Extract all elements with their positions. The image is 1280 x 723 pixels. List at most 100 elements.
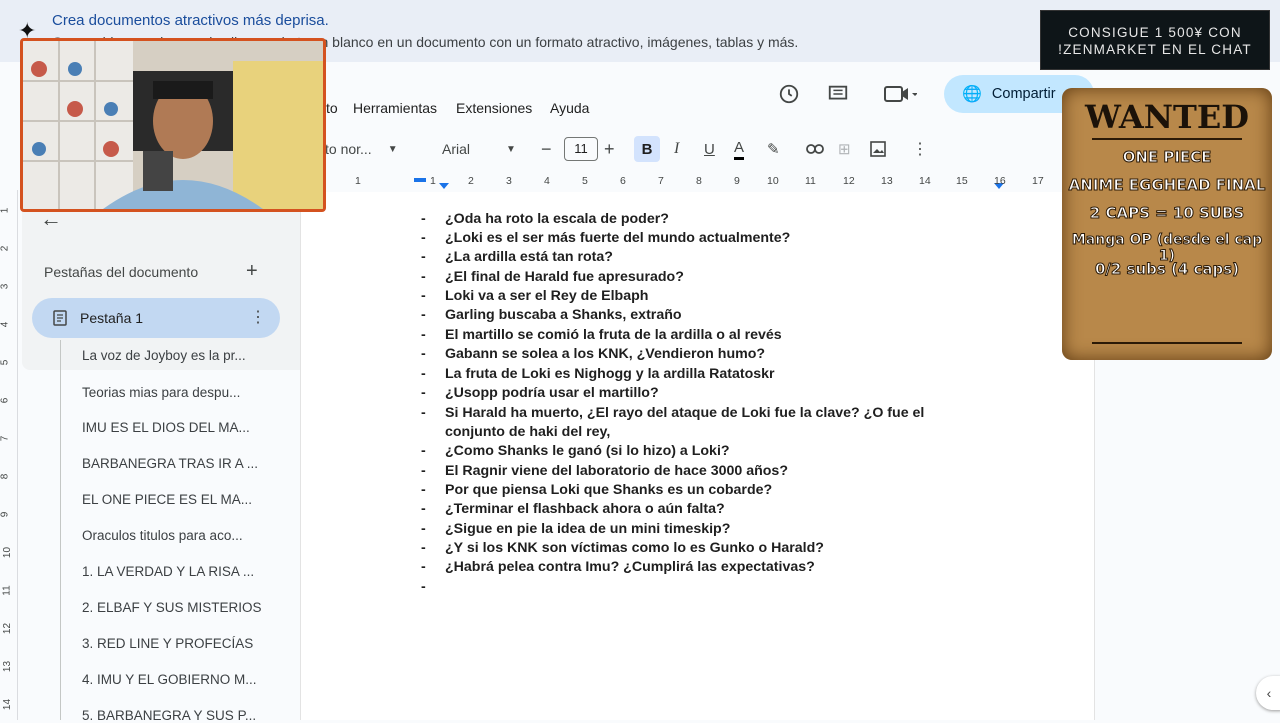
link-icon[interactable]	[806, 138, 824, 160]
menu-extensions[interactable]: Extensiones	[456, 100, 532, 116]
tab-more-icon[interactable]: ⋮	[250, 307, 266, 327]
outline-item[interactable]: Oraculos titulos para aco...	[82, 528, 243, 543]
highlight-icon[interactable]: ✎	[767, 138, 780, 160]
indent-arrow-icon[interactable]	[439, 183, 449, 189]
bullet-dash: -	[421, 249, 426, 265]
ruler-tick: 17	[1032, 175, 1044, 187]
outline-item[interactable]: 3. RED LINE Y PROFECÍAS	[82, 636, 253, 651]
outline-item[interactable]: La voz de Joyboy es la pr...	[82, 348, 246, 363]
bullet-dash: -	[421, 327, 426, 343]
more-options-icon[interactable]: ⋮	[912, 138, 928, 160]
increase-size-button[interactable]: +	[604, 138, 615, 160]
document-icon	[53, 310, 67, 326]
font-size-input[interactable]: 11	[564, 137, 598, 161]
vruler-tick: 14	[2, 698, 14, 711]
bullet-dash: -	[421, 463, 426, 479]
banner-title: Crea documentos atractivos más deprisa.	[52, 12, 329, 29]
ruler-tick: 4	[544, 175, 550, 187]
promo-line-1: CONSIGUE 1 500¥ CON	[1068, 25, 1242, 40]
outline-item[interactable]: 5. BARBANEGRA Y SUS P...	[82, 708, 256, 723]
ruler-tick: 8	[696, 175, 702, 187]
ruler-tick: 10	[767, 175, 779, 187]
tabs-heading: Pestañas del documento	[44, 264, 199, 280]
promo-overlay: CONSIGUE 1 500¥ CON !ZENMARKET EN EL CHA…	[1040, 10, 1270, 70]
ruler-tick: 16	[994, 175, 1006, 187]
outline-item[interactable]: EL ONE PIECE ES EL MA...	[82, 492, 252, 507]
ruler-tick: 1	[355, 175, 361, 187]
text-color-button[interactable]: A	[734, 138, 745, 160]
menu-help[interactable]: Ayuda	[550, 100, 589, 116]
decrease-size-button[interactable]: −	[541, 138, 552, 160]
outline-item[interactable]: IMU ES EL DIOS DEL MA...	[82, 420, 250, 435]
bullet-dash: -	[421, 521, 426, 537]
vruler-tick: 8	[0, 473, 11, 480]
bullet-dash: -	[421, 385, 426, 401]
meet-icon[interactable]	[878, 80, 922, 108]
ruler-tick: 9	[734, 175, 740, 187]
bullet-dash: -	[421, 501, 426, 517]
italic-button[interactable]: I	[674, 138, 679, 160]
line-text: Loki va a ser el Rey de Elbaph	[445, 288, 649, 304]
vruler-tick: 10	[2, 546, 14, 559]
comments-icon[interactable]	[824, 80, 852, 108]
ruler-tick: 1	[430, 175, 436, 187]
bullet-dash: -	[421, 211, 426, 227]
insert-image-icon[interactable]	[870, 138, 886, 160]
outline-item[interactable]: Teorias mias para despu...	[82, 385, 240, 400]
font-value: Arial	[442, 141, 471, 157]
vruler-tick: 5	[0, 359, 11, 366]
wanted-line: ONE PIECE	[1122, 148, 1212, 167]
outline-item[interactable]: 1. LA VERDAD Y LA RISA ...	[82, 564, 254, 579]
chevron-down-icon: ▼	[387, 143, 398, 155]
tab-pestana-1[interactable]: Pestaña 1	[32, 298, 280, 338]
menu-tools[interactable]: Herramientas	[353, 100, 437, 116]
ruler-tick: 2	[468, 175, 474, 187]
ruler-tick: 11	[805, 175, 816, 187]
bullet-dash: -	[421, 540, 426, 556]
ruler-tick: 14	[919, 175, 931, 187]
style-value: xto nor...	[318, 141, 372, 157]
font-select[interactable]: Arial ▼	[442, 138, 522, 160]
line-text: conjunto de haki del rey,	[445, 424, 611, 440]
chevron-left-icon[interactable]: ‹	[1256, 676, 1280, 710]
line-text: ¿Oda ha roto la escala de poder?	[445, 211, 669, 227]
line-text: ¿Terminar el flashback ahora o aún falta…	[445, 501, 725, 517]
vruler-tick: 13	[2, 660, 14, 673]
ruler-tick: 7	[658, 175, 664, 187]
line-text: ¿Sigue en pie la idea de un mini timeski…	[445, 521, 731, 537]
wanted-line: ANIME EGGHEAD FINAL	[1068, 176, 1266, 195]
vruler-tick: 4	[0, 321, 11, 328]
bold-button[interactable]: B	[634, 136, 660, 162]
outline-item[interactable]: BARBANEGRA TRAS IR A ...	[82, 456, 258, 471]
chevron-down-icon: ▼	[506, 143, 516, 155]
line-text: Por que piensa Loki que Shanks es un cob…	[445, 482, 773, 498]
bullet-dash: -	[421, 288, 426, 304]
indent-marker[interactable]	[414, 178, 426, 182]
ruler-tick: 15	[956, 175, 968, 187]
history-icon[interactable]	[775, 80, 803, 108]
bullet-dash: -	[421, 346, 426, 362]
bullet-dash: -	[421, 366, 426, 382]
outline-guide	[60, 340, 61, 720]
divider	[1092, 138, 1242, 140]
add-tab-button[interactable]: +	[246, 260, 258, 283]
underline-button[interactable]: U	[704, 138, 715, 160]
vruler-tick: 1	[0, 207, 11, 214]
divider	[1092, 342, 1242, 344]
line-text: ¿Usopp podría usar el martillo?	[445, 385, 659, 401]
outline-item[interactable]: 4. IMU Y EL GOBIERNO M...	[82, 672, 257, 687]
bullet-dash: -	[421, 405, 426, 421]
bullet-dash: -	[421, 269, 426, 285]
vruler-tick: 7	[0, 435, 11, 442]
menu-format[interactable]: to	[326, 100, 338, 116]
outline-item[interactable]: 2. ELBAF Y SUS MISTERIOS	[82, 600, 262, 615]
wanted-line: 2 CAPS = 10 SUBS	[1089, 204, 1245, 223]
vruler-tick: 2	[0, 245, 11, 252]
tab-label: Pestaña 1	[80, 310, 144, 326]
style-select[interactable]: xto nor... ▼	[318, 138, 414, 160]
line-text: El martillo se comió la fruta de la ardi…	[445, 327, 782, 343]
add-comment-icon[interactable]: ⊞	[838, 138, 851, 160]
sidebar-header-panel	[22, 190, 322, 370]
line-text: La fruta de Loki es Nighogg y la ardilla…	[445, 366, 775, 382]
vruler-tick: 3	[0, 283, 11, 290]
